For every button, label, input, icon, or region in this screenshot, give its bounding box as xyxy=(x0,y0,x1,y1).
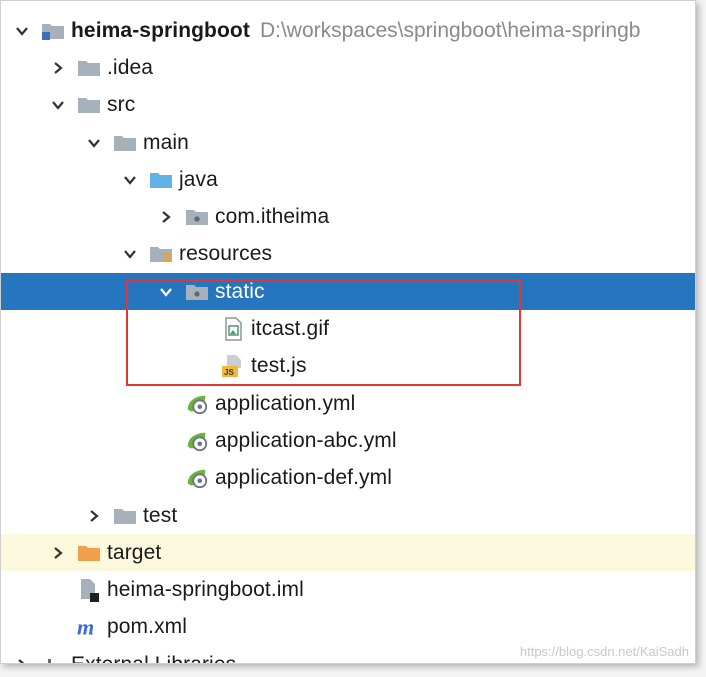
tree-item-label: External Libraries xyxy=(71,653,236,663)
chevron-down-icon[interactable] xyxy=(11,20,33,42)
spring-yml-icon xyxy=(185,392,209,416)
chevron-right-icon[interactable] xyxy=(83,505,105,527)
excluded-folder-icon xyxy=(77,541,101,565)
tree-row-heima-springboot[interactable]: heima-springboot D:\workspaces\springboot… xyxy=(1,12,695,49)
maven-icon: m xyxy=(77,615,101,639)
tree-item-label: test xyxy=(143,503,178,527)
tree-row-pom-xml[interactable]: m pom.xml xyxy=(1,609,695,646)
package-icon xyxy=(185,280,209,304)
project-path: D:\workspaces\springboot\heima-springb xyxy=(259,18,641,42)
chevron-down-icon[interactable] xyxy=(155,281,177,303)
chevron-right-icon[interactable] xyxy=(155,206,177,228)
tree-item-label: resources xyxy=(179,242,273,266)
tree-row-heima-springboot-iml[interactable]: heima-springboot.iml xyxy=(1,571,695,608)
folder-icon xyxy=(113,131,137,155)
tree-item-label: target xyxy=(107,540,162,564)
tree-row-application-def-yml[interactable]: application-def.yml xyxy=(1,460,695,497)
tree-item-label: heima-springboot xyxy=(71,18,250,42)
tree-item-label: static xyxy=(215,279,265,303)
tree-row-application-abc-yml[interactable]: application-abc.yml xyxy=(1,422,695,459)
tree-item-label: application.yml xyxy=(215,391,356,415)
tree-item-label: itcast.gif xyxy=(251,317,330,341)
js-file-icon: JS xyxy=(221,354,245,378)
tree-row-idea[interactable]: .idea xyxy=(1,49,695,86)
project-tree: heima-springboot D:\workspaces\springboot… xyxy=(1,12,695,663)
source-folder-icon xyxy=(149,168,173,192)
svg-text:JS: JS xyxy=(224,368,234,377)
tree-item-label: application-abc.yml xyxy=(215,428,397,452)
watermark: https://blog.csdn.net/KaiSadh xyxy=(519,644,689,659)
tree-item-label: heima-springboot.iml xyxy=(107,578,304,602)
tree-row-static[interactable]: static xyxy=(1,273,695,311)
tree-row-resources[interactable]: resources xyxy=(1,236,695,273)
spring-yml-icon xyxy=(185,466,209,490)
folder-icon xyxy=(77,93,101,117)
tree-row-application-yml[interactable]: application.yml xyxy=(1,385,695,422)
tree-item-label: .idea xyxy=(107,55,154,79)
tree-item-label: main xyxy=(143,130,189,154)
tree-row-com-itheima[interactable]: com.itheima xyxy=(1,198,695,235)
spring-yml-icon xyxy=(185,429,209,453)
package-icon xyxy=(185,205,209,229)
iml-file-icon xyxy=(77,578,101,603)
resources-folder-icon xyxy=(149,242,173,266)
tree-item-label: application-def.yml xyxy=(215,466,392,490)
project-tool-window: heima-springboot D:\workspaces\springboot… xyxy=(0,0,696,664)
tree-item-label: java xyxy=(179,167,218,191)
tree-row-java[interactable]: java xyxy=(1,161,695,198)
tree-row-test[interactable]: test xyxy=(1,497,695,534)
tree-row-src[interactable]: src xyxy=(1,87,695,124)
tree-row-main[interactable]: main xyxy=(1,124,695,161)
folder-icon xyxy=(113,504,137,528)
chevron-down-icon[interactable] xyxy=(119,243,141,265)
image-file-icon xyxy=(221,317,245,341)
tree-item-label: test.js xyxy=(251,354,307,378)
tree-row-target[interactable]: target xyxy=(1,534,695,572)
chevron-down-icon[interactable] xyxy=(47,94,69,116)
tree-row-itcast-gif[interactable]: itcast.gif xyxy=(1,310,695,347)
chevron-right-icon[interactable] xyxy=(47,57,69,79)
chevron-right-icon[interactable] xyxy=(11,654,33,663)
tree-row-test-js[interactable]: JS test.js xyxy=(1,348,695,385)
module-folder-icon xyxy=(41,19,65,43)
chevron-down-icon[interactable] xyxy=(83,132,105,154)
tree-item-label: com.itheima xyxy=(215,205,330,229)
libraries-icon xyxy=(41,653,65,663)
chevron-down-icon[interactable] xyxy=(119,169,141,191)
folder-icon xyxy=(77,56,101,80)
svg-text:m: m xyxy=(77,615,94,639)
chevron-right-icon[interactable] xyxy=(47,542,69,564)
tree-item-label: pom.xml xyxy=(107,615,188,639)
tree-item-label: src xyxy=(107,93,136,117)
